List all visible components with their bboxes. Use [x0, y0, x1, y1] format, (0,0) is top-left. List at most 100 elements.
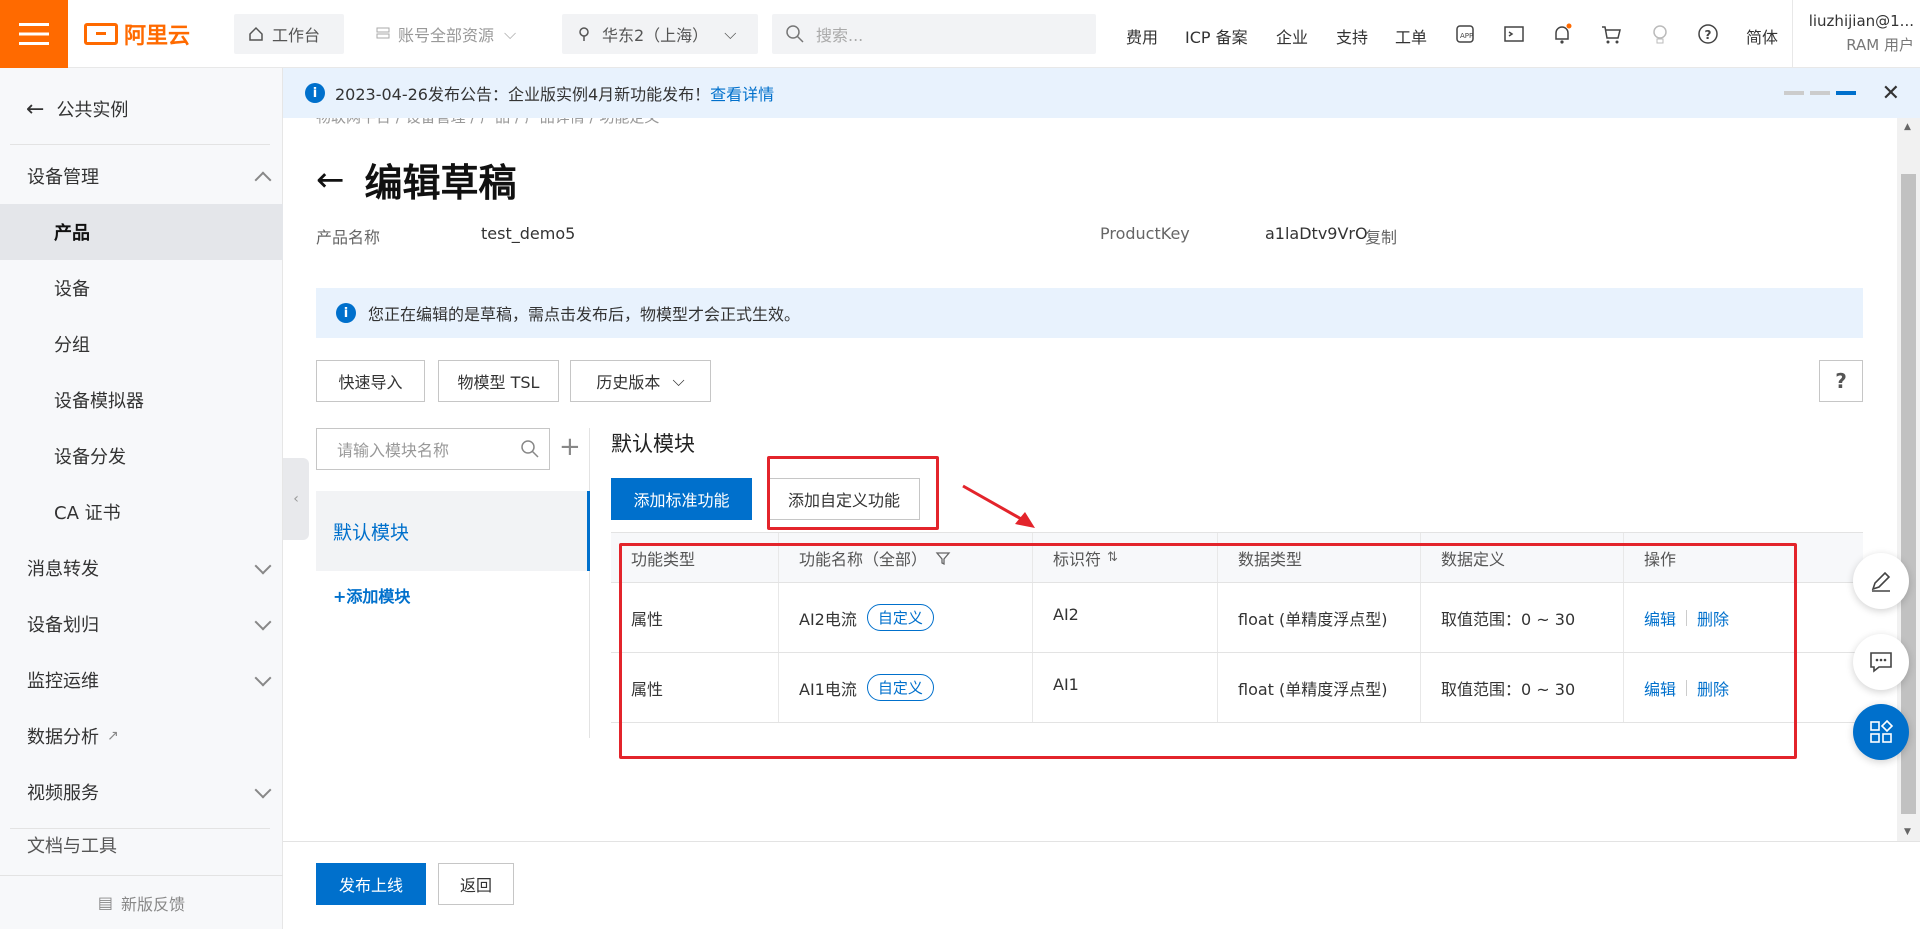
- tsl-button[interactable]: 物模型 TSL: [438, 360, 559, 402]
- group-label: 消息转发: [27, 559, 99, 580]
- close-icon[interactable]: ✕: [1882, 81, 1900, 106]
- section-title: 默认模块: [611, 432, 695, 456]
- sidebar-item-device-distribution[interactable]: 设备分发: [0, 428, 283, 484]
- info-icon: i: [336, 303, 356, 323]
- app-icon[interactable]: APP: [1453, 22, 1477, 46]
- group-label: 视频服务: [27, 783, 99, 804]
- add-standard-function-button[interactable]: 添加标准功能: [611, 478, 752, 520]
- new-version-feedback-button[interactable]: ▤ 新版反馈: [0, 875, 283, 929]
- sidebar-group-video-service[interactable]: 视频服务: [0, 764, 283, 820]
- global-search-input[interactable]: 搜索...: [772, 14, 1096, 54]
- quick-import-button[interactable]: 快速导入: [316, 360, 425, 402]
- nav-billing[interactable]: 费用: [1126, 24, 1158, 48]
- group-label: 设备划归: [27, 615, 99, 636]
- add-module-link[interactable]: +添加模块: [333, 583, 410, 607]
- module-item-default[interactable]: 默认模块: [316, 491, 590, 571]
- sidebar-group-monitoring-ops[interactable]: 监控运维: [0, 652, 283, 708]
- publish-button[interactable]: 发布上线: [316, 863, 426, 905]
- sidebar-group-message-forwarding[interactable]: 消息转发: [0, 540, 283, 596]
- module-search-input[interactable]: 请输入模块名称: [316, 428, 550, 470]
- item-label: 设备: [54, 279, 90, 300]
- stack-icon: [376, 27, 390, 39]
- chevron-down-icon: [254, 613, 272, 631]
- user-name: liuzhijian@1...: [1808, 12, 1914, 30]
- cart-icon[interactable]: [1599, 22, 1623, 46]
- region-label: 华东2（上海）: [602, 26, 709, 45]
- group-label: 监控运维: [27, 671, 99, 692]
- home-icon: [249, 26, 263, 41]
- resource-scope-select[interactable]: 账号全部资源 ⌵: [362, 14, 548, 54]
- chevron-down-icon: ⌵: [504, 24, 517, 43]
- language-switch[interactable]: 简体: [1746, 24, 1778, 48]
- aliyun-logo[interactable]: 阿里云: [84, 18, 190, 50]
- sidebar-group-data-analysis[interactable]: 数据分析 ↗: [0, 708, 283, 764]
- pencil-icon: [1871, 571, 1891, 592]
- sidebar-group-device-management[interactable]: 设备管理: [0, 148, 283, 204]
- button-label: 添加标准功能: [633, 491, 730, 510]
- chevron-down-icon: [254, 669, 272, 687]
- edit-feedback-float-button[interactable]: [1853, 553, 1909, 609]
- sidebar-item-group[interactable]: 分组: [0, 316, 283, 372]
- search-icon: [521, 440, 539, 458]
- user-role: RAM 用户: [1846, 36, 1914, 54]
- menu-icon: [19, 23, 49, 45]
- sidebar-group-docs-tools[interactable]: 文档与工具: [0, 832, 283, 854]
- back-button[interactable]: 返回: [438, 863, 514, 905]
- feedback-icon: ▤: [97, 893, 114, 912]
- external-link-icon: ↗: [107, 728, 119, 744]
- help-button[interactable]: ?: [1819, 360, 1863, 402]
- sidebar-item-ca-certificate[interactable]: CA 证书: [0, 484, 283, 540]
- announcement-details-link[interactable]: 查看详情: [710, 81, 774, 105]
- chat-float-button[interactable]: [1853, 634, 1909, 690]
- scroll-down-icon[interactable]: ▼: [1904, 827, 1911, 837]
- page-title-text: 编辑草稿: [364, 161, 517, 205]
- back-to-instance-link[interactable]: ← 公共实例: [26, 96, 128, 122]
- apps-float-button[interactable]: [1853, 704, 1909, 760]
- sidebar-group-device-assignment[interactable]: 设备划归: [0, 596, 283, 652]
- chevron-up-icon: [254, 171, 272, 189]
- history-version-button[interactable]: 历史版本 ⌵: [570, 360, 711, 402]
- workbench-button[interactable]: 工作台: [234, 14, 344, 54]
- product-name-label: 产品名称: [316, 228, 381, 247]
- back-arrow-icon[interactable]: ←: [316, 160, 345, 200]
- nav-icp-filing[interactable]: ICP 备案: [1185, 24, 1248, 48]
- item-label: 设备分发: [54, 447, 126, 468]
- user-account-menu[interactable]: liuzhijian@1... RAM 用户: [1806, 12, 1914, 55]
- copy-product-key-link[interactable]: 复制: [1365, 224, 1397, 248]
- info-icon: i: [305, 83, 325, 103]
- nav-ticket[interactable]: 工单: [1395, 24, 1427, 48]
- region-select[interactable]: 华东2（上海） ⌵: [562, 14, 758, 54]
- button-label: 快速导入: [338, 373, 403, 392]
- resource-scope-label: 账号全部资源: [398, 26, 495, 45]
- sidebar-item-product[interactable]: 产品: [0, 204, 283, 260]
- draft-tip-text: 您正在编辑的是草稿，需点击发布后，物模型才会正式生效。: [368, 305, 801, 324]
- scroll-up-icon[interactable]: ▲: [1904, 122, 1911, 132]
- terminal-icon[interactable]: [1502, 22, 1526, 46]
- logo-text: 阿里云: [124, 24, 191, 49]
- nav-enterprise[interactable]: 企业: [1276, 24, 1308, 48]
- sidebar-item-device[interactable]: 设备: [0, 260, 283, 316]
- button-label: 发布上线: [338, 876, 403, 895]
- lightbulb-icon[interactable]: [1648, 22, 1672, 46]
- svg-text:?: ?: [1705, 28, 1712, 42]
- divider: [10, 144, 270, 145]
- sidebar-item-device-simulator[interactable]: 设备模拟器: [0, 372, 283, 428]
- help-circle-icon[interactable]: ?: [1696, 22, 1720, 46]
- button-label: 返回: [459, 876, 492, 895]
- announcement-pager[interactable]: [1784, 91, 1856, 95]
- product-name-value: test_demo5: [481, 224, 576, 243]
- add-module-plus-icon[interactable]: +: [559, 432, 581, 462]
- help-label: ?: [1835, 369, 1847, 393]
- chevron-down-icon: [254, 781, 272, 799]
- module-search-placeholder: 请输入模块名称: [337, 441, 450, 460]
- hamburger-menu-button[interactable]: [0, 0, 68, 68]
- chat-bubble-icon: [1870, 652, 1892, 673]
- nav-support[interactable]: 支持: [1336, 24, 1368, 48]
- top-navigation-bar: 阿里云 工作台 账号全部资源 ⌵ 华东2（上海） ⌵ 搜索... 费用 ICP …: [0, 0, 1920, 68]
- bell-icon[interactable]: [1550, 22, 1574, 46]
- group-label: 数据分析: [27, 727, 99, 748]
- breadcrumb[interactable]: 物联网平台 / 设备管理 / 产品 / 产品详情 / 功能定义: [316, 118, 659, 127]
- apps-grid-icon: [1870, 719, 1894, 743]
- svg-text:APP: APP: [1460, 32, 1473, 40]
- group-label: 设备管理: [27, 167, 99, 188]
